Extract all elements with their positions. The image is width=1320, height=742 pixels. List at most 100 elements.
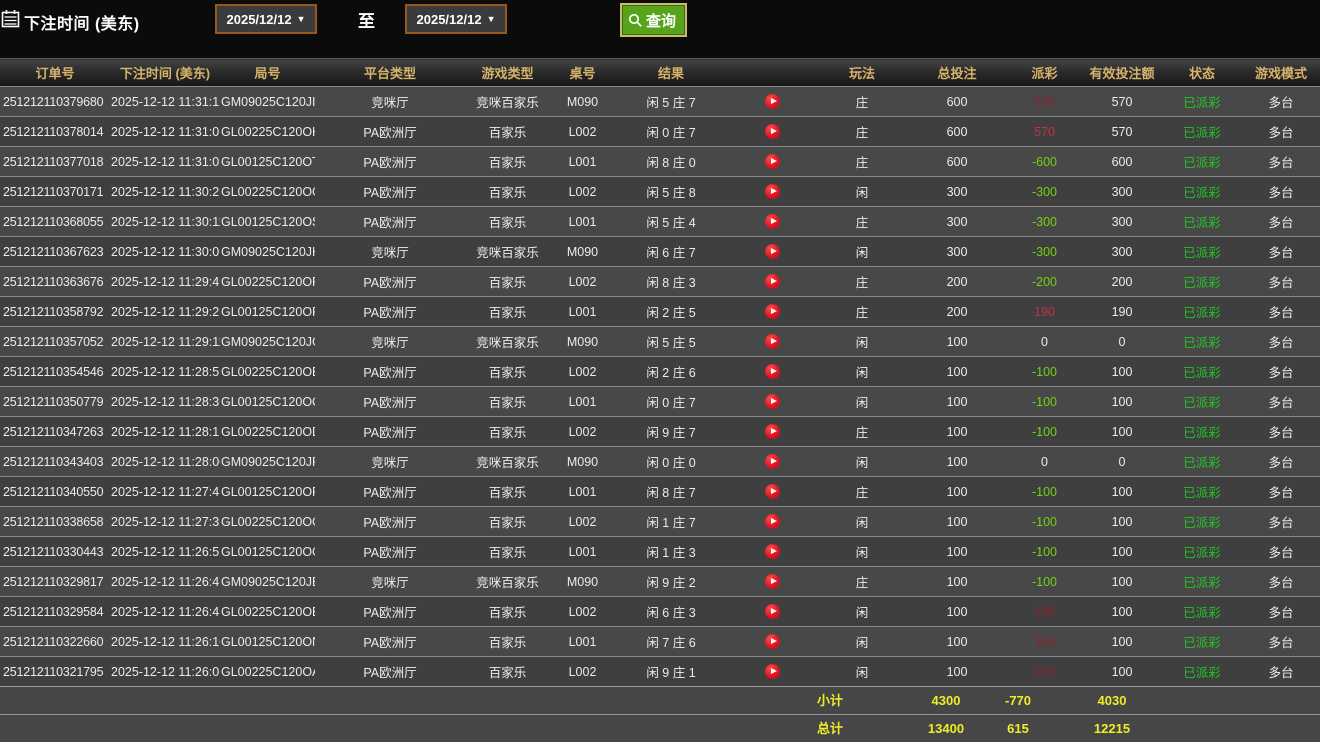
date-to-select[interactable]: 2025/12/12 ▼ [405,4,507,34]
cell-result: 闲 9 庄 7 [615,416,727,447]
cell-valid-bet: 100 [1082,356,1162,387]
table-row: 251212110321795 2025-12-12 11:26:06 GL0022… [0,656,1320,686]
cell-result: 闲 6 庄 3 [615,596,727,627]
play-video-icon[interactable] [764,364,780,380]
cell-payout: -100 [1007,506,1082,537]
date-from-value: 2025/12/12 [226,11,292,27]
cell-payout: -100 [1007,566,1082,597]
cell-payout: 0 [1007,446,1082,477]
orders-table: 订单号 下注时间 (美东) 局号 平台类型 游戏类型 桌号 结果 玩法 总投注 派彩 有效投注额 状态… [0,58,1320,686]
cell-round-id: GL00125C120ON [220,626,315,657]
play-video-icon[interactable] [764,334,780,350]
cell-valid-bet: 300 [1082,206,1162,237]
play-video-icon[interactable] [764,214,780,230]
cell-game-type: 百家乐 [465,356,550,387]
cell-payout: 100 [1007,656,1082,686]
cell-total-bet: 100 [907,656,1007,686]
cell-game-mode: 多台 [1242,206,1320,237]
cell-payout: 570 [1007,86,1082,117]
cell-payout: -300 [1007,206,1082,237]
cell-status: 已派彩 [1162,476,1242,507]
cell-platform: PA欧洲厅 [315,146,465,177]
cell-total-bet: 300 [907,236,1007,267]
play-video-icon[interactable] [764,604,780,620]
cell-video [727,506,817,537]
cell-video [727,206,817,237]
play-video-icon[interactable] [764,664,780,680]
cell-game-type: 竞咪百家乐 [465,326,550,357]
play-video-icon[interactable] [764,304,780,320]
cell-bet-time: 2025-12-12 11:28:00 [110,446,220,477]
table-row: 251212110340550 2025-12-12 11:27:43 GL0012… [0,476,1320,507]
cell-result: 闲 5 庄 5 [615,326,727,357]
table-header-row: 订单号 下注时间 (美东) 局号 平台类型 游戏类型 桌号 结果 玩法 总投注 派彩 有效投注额 状态… [0,58,1320,87]
play-video-icon[interactable] [764,424,780,440]
cell-bet-time: 2025-12-12 11:27:32 [110,506,220,537]
cell-result: 闲 0 庄 7 [615,116,727,147]
cell-table-no: L002 [550,176,615,207]
cell-result: 闲 7 庄 6 [615,626,727,657]
cell-bet-time: 2025-12-12 11:29:49 [110,266,220,297]
cell-table-no: M090 [550,86,615,117]
play-video-icon[interactable] [764,394,780,410]
cell-bet-on: 闲 [817,356,907,387]
column-header: 结果 [615,58,727,87]
cell-status: 已派彩 [1162,446,1242,477]
cell-round-id: GM09025C120JF [220,446,315,477]
cell-result: 闲 1 庄 3 [615,536,727,567]
search-button[interactable]: 查询 [620,3,688,37]
play-video-icon[interactable] [764,454,780,470]
cell-video [727,656,817,686]
cell-game-type: 竞咪百家乐 [465,86,550,117]
play-video-icon[interactable] [764,544,780,560]
play-video-icon[interactable] [764,634,780,650]
cell-round-id: GL00225C120OE [220,356,315,387]
play-video-icon[interactable] [764,514,780,530]
play-video-icon[interactable] [764,184,780,200]
calendar-icon [1,10,20,28]
cell-game-mode: 多台 [1242,536,1320,567]
table-row: 251212110363676 2025-12-12 11:29:49 GL0022… [0,266,1320,297]
cell-bet-on: 庄 [817,86,907,117]
play-video-icon[interactable] [764,94,780,110]
date-to-value: 2025/12/12 [416,11,482,27]
cell-total-bet: 100 [907,386,1007,417]
cell-game-type: 百家乐 [465,416,550,447]
cell-total-bet: 600 [907,86,1007,117]
cell-bet-on: 闲 [817,506,907,537]
cell-result: 闲 9 庄 1 [615,656,727,686]
cell-result: 闲 9 庄 2 [615,566,727,597]
cell-game-mode: 多台 [1242,86,1320,117]
cell-bet-on: 庄 [817,116,907,147]
date-from-select[interactable]: 2025/12/12 ▼ [215,4,317,34]
cell-game-type: 百家乐 [465,626,550,657]
play-video-icon[interactable] [764,274,780,290]
cell-bet-time: 2025-12-12 11:30:11 [110,206,220,237]
cell-game-type: 百家乐 [465,266,550,297]
cell-bet-on: 闲 [817,446,907,477]
cell-platform: PA欧洲厅 [315,536,465,567]
dropdown-arrow-icon: ▼ [296,14,306,24]
cell-video [727,476,817,507]
cell-video [727,566,817,597]
play-video-icon[interactable] [764,154,780,170]
cell-round-id: GL00225C120OH [220,116,315,147]
cell-round-id: GL00225C120OB [220,596,315,627]
table-row: 251212110357052 2025-12-12 11:29:11 GM0902… [0,326,1320,357]
cell-game-mode: 多台 [1242,416,1320,447]
cell-bet-on: 庄 [817,296,907,327]
cell-total-bet: 100 [907,566,1007,597]
cell-table-no: L002 [550,416,615,447]
play-video-icon[interactable] [764,484,780,500]
cell-platform: PA欧洲厅 [315,266,465,297]
play-video-icon[interactable] [764,124,780,140]
cell-valid-bet: 100 [1082,416,1162,447]
cell-total-bet: 100 [907,326,1007,357]
column-header: 有效投注额 [1082,58,1162,87]
play-video-icon[interactable] [764,244,780,260]
cell-video [727,626,817,657]
play-video-icon[interactable] [764,574,780,590]
cell-video [727,326,817,357]
cell-result: 闲 5 庄 8 [615,176,727,207]
cell-valid-bet: 570 [1082,86,1162,117]
